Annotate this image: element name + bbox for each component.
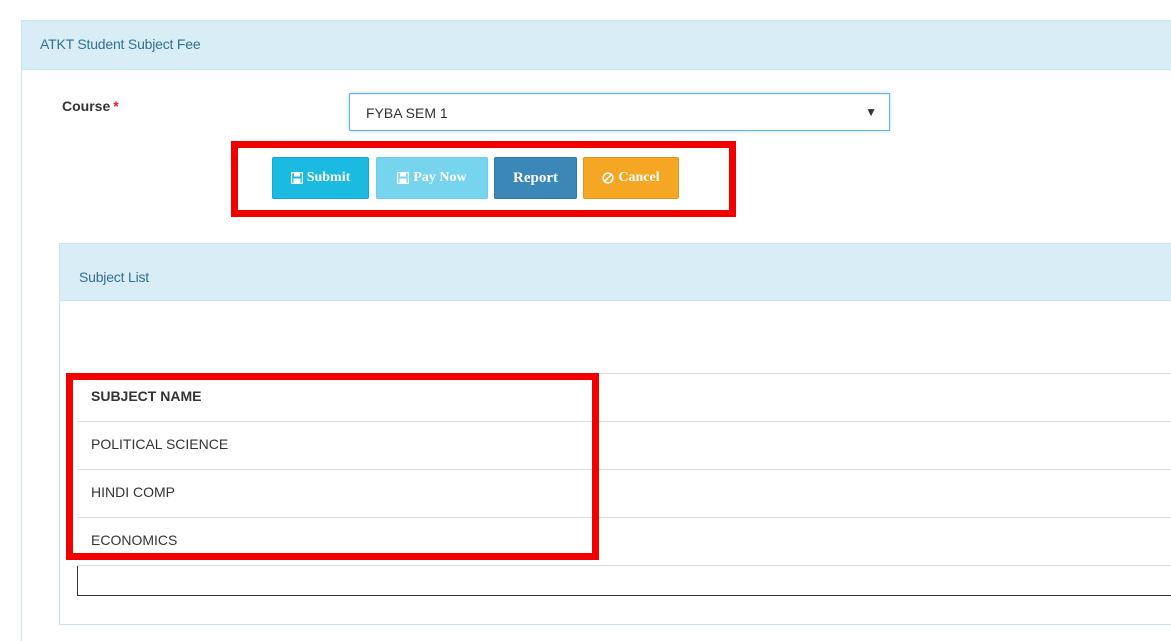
caret-down-icon: ▼ — [865, 105, 877, 119]
subject-list-title: Subject List — [79, 269, 149, 285]
course-label: Course * — [62, 98, 119, 114]
table-footer-border — [77, 566, 1171, 596]
subject-list-heading: Subject List — [60, 244, 1171, 301]
table-highlight-box — [66, 373, 599, 560]
course-select[interactable]: FYBA SEM 1 ▼ — [349, 93, 890, 131]
panel-heading: ATKT Student Subject Fee — [22, 21, 1171, 70]
panel-title: ATKT Student Subject Fee — [40, 36, 201, 52]
course-label-text: Course — [62, 98, 111, 114]
buttons-highlight-box — [231, 141, 736, 217]
required-mark: * — [113, 98, 119, 114]
course-select-value: FYBA SEM 1 — [366, 105, 448, 121]
